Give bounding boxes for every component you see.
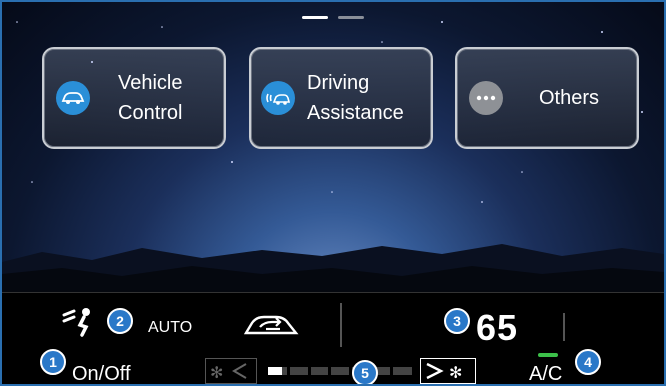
ac-button[interactable]: A/C: [529, 363, 562, 384]
fan-decrease-icon[interactable]: ✻: [205, 358, 257, 384]
fan-speed-fill: [268, 367, 283, 375]
ac-indicator: [538, 353, 558, 357]
fan-speed-slider[interactable]: [268, 367, 412, 375]
fan-segment-gap: [287, 367, 291, 375]
recirculation-car-icon[interactable]: [242, 311, 302, 339]
svg-text:✻: ✻: [210, 363, 223, 382]
auto-button[interactable]: AUTO: [148, 319, 192, 337]
fan-increase-icon[interactable]: ✻: [420, 358, 476, 384]
callout-badge-4: 4: [575, 349, 601, 375]
callout-badge-1: 1: [40, 349, 66, 375]
screen-frame: Vehicle Control Driving Assistance Other…: [0, 0, 666, 386]
fan-segment-gap: [307, 367, 311, 375]
fan-segment-gap: [328, 367, 332, 375]
callout-badge-2: 2: [107, 308, 133, 334]
vent-person-icon[interactable]: [62, 307, 96, 337]
svg-text:✻: ✻: [449, 363, 462, 382]
temperature-display[interactable]: 65: [476, 307, 518, 349]
on-off-button[interactable]: On/Off: [72, 363, 131, 384]
callout-badge-3: 3: [444, 308, 470, 334]
star-field: [16, 21, 643, 203]
divider: [563, 313, 565, 341]
divider: [340, 303, 342, 347]
callout-badge-5: 5: [352, 360, 378, 384]
fan-segment-gap: [389, 367, 393, 375]
climate-control-bar: 2 AUTO 3 65 1 On/Off ✻ 5 ✻ A/C 4: [2, 292, 664, 384]
